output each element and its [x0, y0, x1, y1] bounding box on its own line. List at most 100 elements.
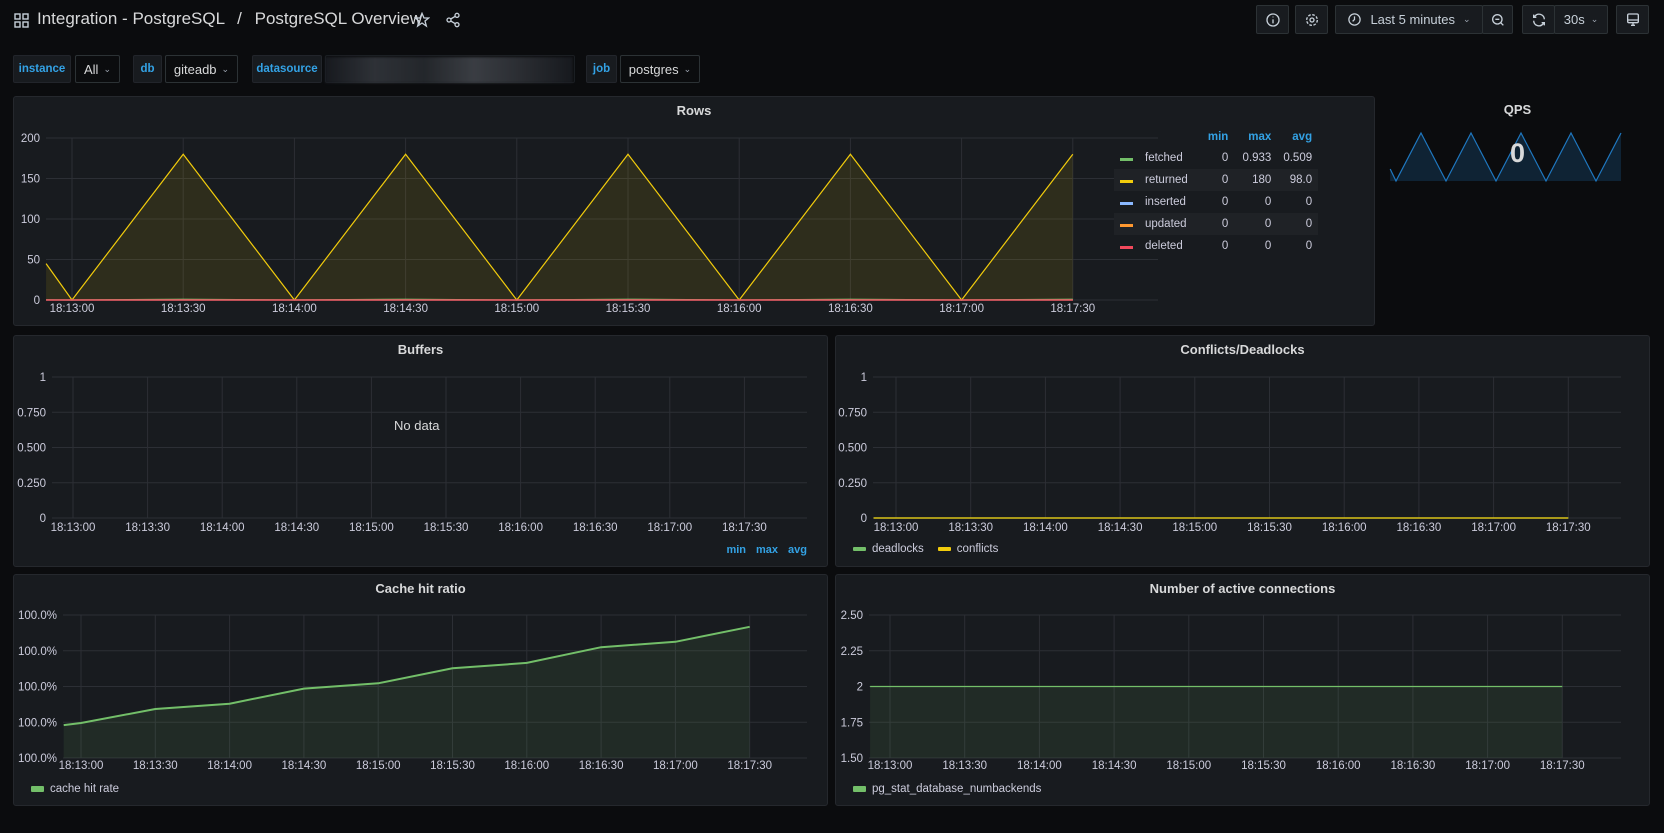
y-tick-label: 1 [40, 372, 46, 384]
apps-icon[interactable] [10, 9, 32, 31]
legend-min: 0 [1221, 152, 1229, 164]
tv-mode-button[interactable] [1616, 5, 1649, 34]
x-tick-label: 18:17:30 [722, 522, 767, 534]
series-area-pg_stat_database_numbackends [870, 686, 1563, 758]
x-tick-label: 18:17:30 [1546, 522, 1591, 534]
y-tick-label: 2 [857, 682, 863, 694]
legend-label: returned [1139, 169, 1194, 191]
legend-label: deleted [1145, 240, 1183, 252]
variable-select-db[interactable]: giteadb ⌄ [165, 55, 238, 83]
panel-active-connections: Number of active connections 1.50 1.75 2 2.… [835, 574, 1650, 806]
legend-row-updated[interactable]: updated 0 0 0 [1114, 213, 1319, 235]
legend-label: updated [1139, 213, 1194, 235]
x-tick-label: 18:13:00 [51, 522, 96, 534]
y-tick-label: 100.0% [18, 646, 57, 658]
share-icon[interactable] [442, 9, 464, 31]
legend-row-returned[interactable]: returned 0 180 98.0 [1114, 169, 1319, 191]
x-tick-label: 18:15:30 [1247, 522, 1292, 534]
y-tick-label: 0.500 [17, 443, 46, 455]
folder-link[interactable]: Integration - PostgreSQL [37, 9, 224, 28]
x-tick-label: 18:16:00 [1322, 522, 1367, 534]
x-tick-label: 18:14:30 [282, 760, 327, 772]
x-tick-label: 18:15:00 [1166, 760, 1211, 772]
legend-header-avg[interactable]: avg [1277, 129, 1318, 147]
legend-swatch [1114, 213, 1139, 235]
legend-row-inserted[interactable]: inserted 0 0 0 [1114, 191, 1318, 213]
legend-swatch [1114, 147, 1139, 169]
legend-item-numbackends[interactable]: pg_stat_database_numbackends [853, 783, 1041, 795]
legend-avg: 98.0 [1277, 169, 1319, 191]
x-tick-label: 18:15:00 [356, 760, 401, 772]
x-tick-label: 18:13:30 [948, 522, 993, 534]
variable-select-job[interactable]: postgres ⌄ [620, 55, 700, 83]
variable-value: postgres [628, 61, 679, 77]
x-tick-label: 18:15:00 [494, 303, 539, 315]
variable-select-instance[interactable]: All ⌄ [75, 55, 120, 83]
qps-value: 0 [1509, 138, 1526, 168]
x-tick-label: 18:13:00 [50, 303, 95, 315]
refresh-button[interactable] [1522, 5, 1555, 34]
legend-header-max[interactable]: max [1234, 129, 1277, 147]
x-tick-label: 18:13:30 [942, 760, 987, 772]
y-tick-label: 0 [861, 513, 867, 525]
legend-item-conflicts[interactable]: conflicts [937, 543, 999, 555]
legend-min: 0 [1193, 213, 1235, 235]
refresh-interval-picker[interactable]: 30s ⌄ [1554, 5, 1608, 34]
legend-header-avg[interactable]: avg [788, 544, 807, 556]
chevron-down-icon: ⌄ [1590, 14, 1599, 24]
y-tick-label: 100.0% [18, 753, 57, 765]
settings-button[interactable] [1295, 5, 1328, 34]
x-tick-label: 18:13:30 [133, 760, 178, 772]
x-tick-label: 18:15:00 [349, 522, 394, 534]
legend-swatch [853, 785, 866, 792]
info-button[interactable] [1256, 5, 1289, 34]
variable-label-db: db [133, 55, 162, 83]
star-icon[interactable] [411, 9, 433, 31]
panel-cache-hit-ratio: Cache hit ratio 100.0% 100.0% 100.0% 100.0%… [13, 574, 828, 806]
refresh-icon [1532, 13, 1545, 26]
legend-label: pg_stat_database_numbackends [872, 783, 1042, 795]
tv-icon [1626, 12, 1639, 26]
legend-min: 0 [1221, 240, 1229, 252]
cache-legend: cache hit rate [31, 783, 119, 795]
legend-header-min[interactable]: min [726, 544, 746, 556]
legend-min: 0 [1221, 196, 1229, 208]
legend-item-deadlocks[interactable]: deadlocks [853, 543, 924, 555]
legend-row-fetched[interactable]: fetched 0 0.933 0.509 [1114, 147, 1318, 169]
y-tick-label: 100.0% [18, 682, 57, 694]
legend-header-min[interactable]: min [1194, 129, 1234, 147]
legend-row-deleted[interactable]: deleted 0 0 0 [1114, 235, 1318, 257]
legend-item-cache-hit-rate[interactable]: cache hit rate [31, 783, 119, 795]
x-tick-label: 18:16:00 [717, 303, 762, 315]
zoom-out-button[interactable] [1482, 5, 1513, 34]
legend-label: conflicts [956, 543, 999, 555]
legend-header-max[interactable]: max [756, 544, 778, 556]
y-tick-label: 150 [21, 174, 40, 186]
y-tick-label: 0.250 [17, 478, 46, 490]
x-tick-label: 18:14:30 [274, 522, 319, 534]
x-tick-label: 18:16:30 [573, 522, 618, 534]
x-tick-label: 18:17:00 [1465, 760, 1510, 772]
legend-swatch [31, 785, 44, 792]
legend-swatch [1114, 191, 1139, 213]
conflicts-legend: deadlocks conflicts [853, 543, 998, 555]
variable-label-datasource: datasource [252, 55, 322, 83]
legend-swatch [937, 546, 951, 551]
legend-max: 0 [1234, 213, 1278, 235]
time-range-picker[interactable]: Last 5 minutes ⌄ [1335, 5, 1483, 34]
x-tick-label: 18:13:00 [868, 760, 913, 772]
legend-avg: 0 [1277, 213, 1319, 235]
variable-label-instance: instance [13, 55, 71, 83]
y-tick-label: 1 [861, 372, 867, 384]
legend-min: 0 [1193, 169, 1235, 191]
chevron-down-icon: ⌄ [221, 63, 230, 74]
breadcrumb: Integration - PostgreSQL / PostgreSQL Ov… [37, 9, 422, 29]
x-tick-label: 18:17:30 [1540, 760, 1585, 772]
info-icon [1265, 12, 1280, 27]
x-tick-label: 18:14:00 [1023, 522, 1068, 534]
dashboard-title[interactable]: PostgreSQL Overview [255, 9, 423, 28]
y-tick-label: 0.750 [838, 407, 867, 419]
cache-chart: 100.0%100.0%100.0%100.0%100.0%18:13:00 18… [18, 610, 807, 772]
x-tick-label: 18:17:30 [1050, 303, 1095, 315]
panel-conflicts-deadlocks: Conflicts/Deadlocks 0 0.250 0.500 0.750 1 18:… [835, 335, 1650, 567]
